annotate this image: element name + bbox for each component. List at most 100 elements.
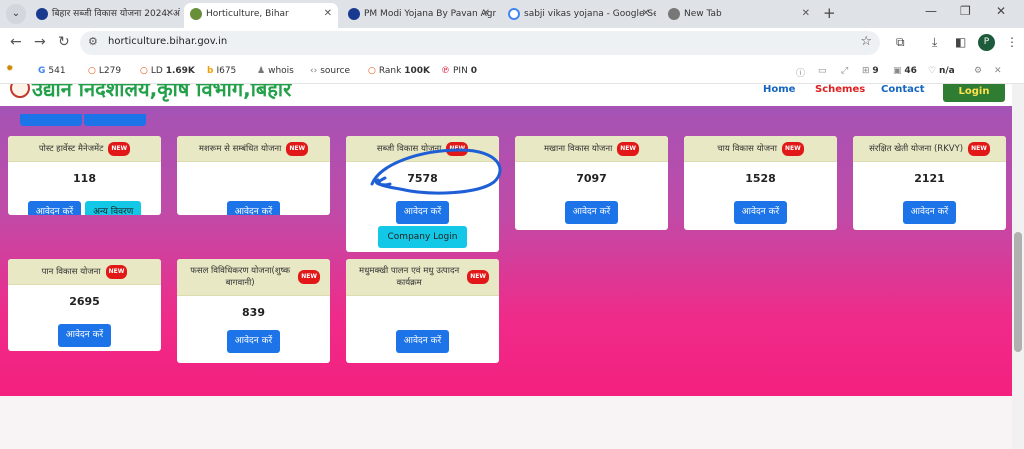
card-actions: आवेदन करें — [177, 199, 330, 215]
plus-icon[interactable]: + — [823, 4, 836, 22]
linking-domains-metric[interactable]: ○ LD 1.69K — [140, 66, 195, 76]
code-icon: ‹› — [310, 66, 318, 76]
new-badge: NEW — [105, 264, 128, 279]
extensions-puzzle-icon[interactable]: ⧉ — [896, 35, 905, 50]
tab-close-icon[interactable]: ✕ — [802, 3, 810, 25]
back-arrow-icon[interactable]: ← — [10, 34, 22, 50]
tab-favicon-icon — [348, 8, 360, 20]
application-count: 1528 — [745, 172, 776, 185]
rank-metric[interactable]: ○ Rank 100K — [368, 66, 430, 76]
card-header: सब्जी विकास योजना NEW — [346, 136, 499, 162]
bing-icon: b — [207, 66, 214, 76]
resize-icon[interactable]: ⤢ — [841, 66, 848, 76]
tab-close-icon[interactable]: ✕ — [642, 3, 650, 25]
apply-button[interactable]: आवेदन करें — [733, 201, 788, 224]
partial-button[interactable] — [20, 114, 82, 126]
application-count: 118 — [73, 172, 96, 185]
apply-button[interactable]: आवेदन करें — [395, 330, 450, 353]
card-header: संरक्षित खेती योजना (RKVY) NEW — [853, 136, 1006, 162]
tab-title: New Tab — [684, 9, 722, 19]
nav-schemes[interactable]: Schemes — [815, 84, 865, 95]
tab-close-icon[interactable]: ✕ — [482, 3, 490, 25]
application-count — [346, 306, 499, 320]
scheme-card-tea: चाय विकास योजना NEW 1528 आवेदन करें — [684, 136, 837, 230]
person-icon: ♟ — [257, 66, 266, 76]
page-scrollbar[interactable] — [1012, 84, 1024, 449]
card-header: पान विकास योजना NEW — [8, 259, 161, 285]
company-login-button[interactable]: Company Login — [377, 226, 468, 248]
monitor-icon[interactable]: ▭ — [818, 66, 827, 76]
bing-index-metric[interactable]: b I675 — [207, 66, 236, 76]
tab-title: बिहार सब्जी विकास योजना 2024: ओ — [52, 9, 180, 19]
extension-gear-icon[interactable]: ✹ — [6, 64, 14, 74]
settings-gear-icon[interactable]: ⚙ — [974, 66, 982, 76]
source-link[interactable]: ‹› source — [310, 66, 350, 76]
partial-button[interactable] — [84, 114, 146, 126]
nav-contact[interactable]: Contact — [881, 84, 925, 95]
reload-icon[interactable]: ↻ — [58, 34, 70, 50]
restore-icon[interactable]: ❐ — [960, 4, 971, 18]
profile-avatar[interactable]: P — [978, 34, 995, 51]
card-header: मखाना विकास योजना NEW — [515, 136, 668, 162]
google-icon — [508, 8, 520, 20]
card-header: मशरूम से सम्बंधित योजना NEW — [177, 136, 330, 162]
application-count: 2695 — [69, 295, 100, 308]
na-metric[interactable]: ♡ n/a — [928, 66, 955, 76]
application-count: 7578 — [407, 172, 438, 185]
login-button[interactable]: Login — [943, 84, 1005, 102]
apply-button[interactable]: आवेदन करें — [226, 201, 281, 215]
apply-button[interactable]: आवेदन करें — [57, 324, 112, 347]
card-actions: आवेदन करें — [853, 199, 1006, 224]
count-46-metric[interactable]: ▣ 46 — [893, 66, 917, 76]
links-metric[interactable]: ○ L279 — [88, 66, 121, 76]
scrollbar-thumb[interactable] — [1014, 232, 1022, 352]
extension-close-icon[interactable]: ✕ — [994, 66, 1002, 76]
new-badge: NEW — [446, 141, 469, 156]
info-icon[interactable]: ⓘ — [796, 66, 805, 79]
apply-button[interactable]: आवेदन करें — [395, 201, 450, 224]
window-close-icon[interactable]: ✕ — [996, 4, 1006, 18]
forward-arrow-icon[interactable]: → — [34, 34, 46, 50]
tab-close-icon[interactable]: ✕ — [166, 3, 174, 25]
minimize-icon[interactable]: — — [925, 4, 937, 18]
google-index-metric[interactable]: G 541 — [38, 66, 66, 76]
apply-button[interactable]: आवेदन करें — [564, 201, 619, 224]
scheme-title: पान विकास योजना — [41, 266, 101, 277]
scheme-title: मधुमक्खी पालन एवं मधु उत्पादन कार्यक्रम — [359, 266, 460, 288]
more-menu-icon[interactable]: ⋮ — [1006, 35, 1018, 49]
scheme-title: मशरूम से सम्बंधित योजना — [198, 143, 282, 154]
chrome-icon — [668, 8, 680, 20]
tab-sabji-blog[interactable]: बिहार सब्जी विकास योजना 2024: ओ ✕ — [30, 3, 180, 28]
card-actions: आवेदन करें — [515, 199, 668, 224]
browser-toolbar: ← → ↻ ⚙ horticulture.bihar.gov.in ☆ ⧉ ⤓ … — [0, 28, 1024, 58]
nav-home[interactable]: Home — [763, 84, 795, 95]
heart-icon: ♡ — [928, 66, 937, 76]
bihar-logo-icon — [10, 84, 30, 98]
card-header: मधुमक्खी पालन एवं मधु उत्पादन कार्यक्रम N… — [346, 259, 499, 296]
side-panel-icon[interactable]: ◧ — [955, 35, 966, 49]
tab-pm-modi-yojana[interactable]: PM Modi Yojana By Pavan Agra ✕ — [342, 3, 496, 28]
tab-search-chevron-icon[interactable]: ⌄ — [6, 4, 26, 24]
browser-tab-strip: ⌄ बिहार सब्जी विकास योजना 2024: ओ ✕ Hort… — [0, 0, 1024, 28]
address-bar[interactable]: ⚙ horticulture.bihar.gov.in ☆ — [80, 31, 880, 55]
apply-button[interactable]: आवेदन करें — [27, 201, 82, 215]
bookmark-star-icon[interactable]: ☆ — [860, 34, 872, 49]
application-count: 839 — [242, 306, 265, 319]
url-text[interactable]: horticulture.bihar.gov.in — [108, 36, 227, 47]
tab-horticulture-bihar[interactable]: Horticulture, Bihar ✕ — [184, 3, 338, 28]
site-info-icon[interactable]: ⚙ — [88, 35, 98, 48]
pin-metric[interactable]: ℗ PIN 0 — [441, 66, 477, 76]
other-details-button[interactable]: अन्य विवरण — [85, 201, 142, 215]
card-actions: आवेदन करें — [684, 199, 837, 224]
download-icon[interactable]: ⤓ — [932, 35, 937, 50]
tab-new-tab[interactable]: New Tab ✕ — [662, 3, 816, 28]
whois-link[interactable]: ♟ whois — [257, 66, 294, 76]
apply-button[interactable]: आवेदन करें — [902, 201, 957, 224]
tab-close-icon[interactable]: ✕ — [324, 3, 332, 25]
new-badge: NEW — [108, 141, 131, 156]
card-actions: आवेदन करें — [8, 322, 161, 347]
tab-favicon-icon — [190, 8, 202, 20]
count-9-metric[interactable]: ⊞ 9 — [862, 66, 879, 76]
tab-google-search[interactable]: sabji vikas yojana - Google Sear ✕ — [502, 3, 656, 28]
apply-button[interactable]: आवेदन करें — [226, 330, 281, 353]
